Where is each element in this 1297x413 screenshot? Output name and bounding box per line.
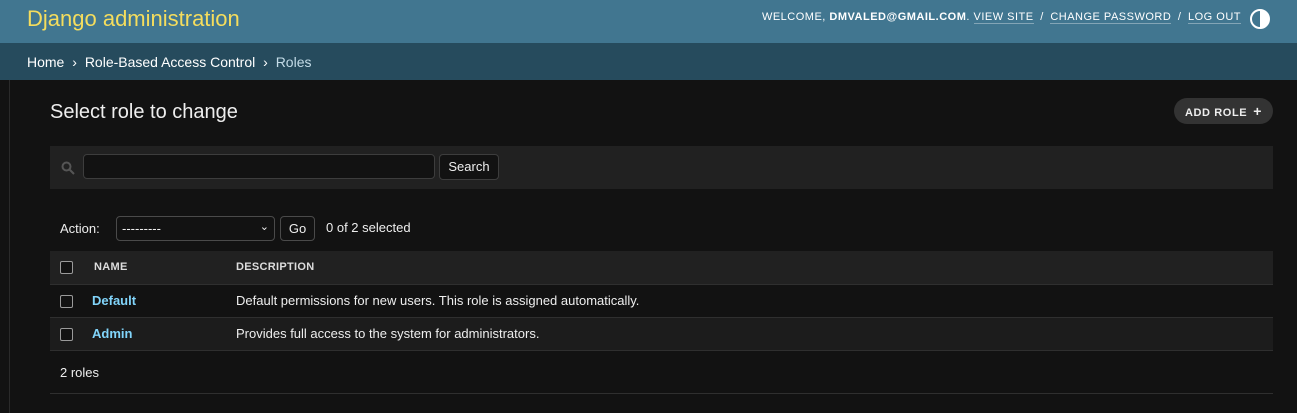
- view-site-link[interactable]: View site: [973, 11, 1034, 24]
- breadcrumb-home[interactable]: Home: [27, 54, 64, 70]
- description-cell: Default permissions for new users. This …: [236, 284, 1273, 318]
- change-password-link[interactable]: Change password: [1050, 11, 1172, 24]
- column-header-name[interactable]: Name: [92, 251, 236, 285]
- breadcrumb: Home › Role-Based Access Control › Roles: [0, 43, 1297, 80]
- table-header-row: Name Description: [50, 251, 1273, 285]
- action-select[interactable]: --------- ⌄: [116, 216, 275, 241]
- search-icon: [61, 161, 75, 175]
- name-cell: Admin: [92, 317, 236, 351]
- table-row: Default Default permissions for new user…: [50, 284, 1273, 318]
- results-table: Name Description Default Default permiss…: [50, 251, 1273, 351]
- table-row: Admin Provides full access to the system…: [50, 317, 1273, 351]
- description-cell: Provides full access to the system for a…: [236, 317, 1273, 351]
- row-checkbox-cell: [50, 317, 92, 351]
- select-all-cell: [50, 251, 92, 285]
- plus-icon: +: [1253, 103, 1262, 119]
- breadcrumb-current: Roles: [275, 54, 312, 70]
- action-label: Action:: [60, 221, 100, 236]
- page-title: Select role to change: [50, 101, 238, 123]
- theme-toggle-icon[interactable]: [1250, 9, 1270, 29]
- row-checkbox[interactable]: [60, 295, 73, 309]
- separator: /: [1177, 11, 1182, 23]
- user-email: dmvaled@gmail.com: [829, 11, 967, 23]
- logout-link[interactable]: Log out: [1187, 11, 1241, 24]
- paginator: 2 roles: [50, 352, 1273, 394]
- search-toolbar: Search: [50, 146, 1273, 189]
- search-input[interactable]: [83, 154, 435, 179]
- search-button[interactable]: Search: [439, 154, 499, 180]
- chevron-down-icon: ⌄: [259, 221, 269, 233]
- header: Django administration Welcome, dmvaled@g…: [0, 0, 1297, 43]
- add-role-label: Add role: [1184, 107, 1248, 119]
- go-button[interactable]: Go: [280, 216, 315, 241]
- name-cell: Default: [92, 284, 236, 318]
- separator: /: [1040, 11, 1044, 23]
- select-all-checkbox[interactable]: [60, 260, 73, 274]
- row-checkbox[interactable]: [60, 328, 73, 342]
- selected-count: 0 of 2 selected: [326, 220, 411, 235]
- site-title[interactable]: Django administration: [27, 6, 240, 32]
- breadcrumb-separator: ›: [263, 54, 268, 70]
- breadcrumb-app[interactable]: Role-Based Access Control: [85, 54, 255, 70]
- actions-bar: Action: --------- ⌄ Go 0 of 2 selected: [50, 209, 1273, 249]
- column-header-description[interactable]: Description: [236, 251, 1273, 285]
- role-link[interactable]: Default: [92, 293, 136, 308]
- welcome-text: Welcome,: [761, 11, 826, 23]
- add-role-button[interactable]: Add role +: [1173, 98, 1273, 124]
- breadcrumb-separator: ›: [72, 54, 77, 70]
- user-tools: Welcome, dmvaled@gmail.com. View site / …: [761, 11, 1241, 24]
- row-checkbox-cell: [50, 284, 92, 318]
- role-link[interactable]: Admin: [92, 326, 132, 341]
- action-select-value: ---------: [122, 221, 161, 236]
- nav-sidebar-toggle[interactable]: [0, 80, 10, 413]
